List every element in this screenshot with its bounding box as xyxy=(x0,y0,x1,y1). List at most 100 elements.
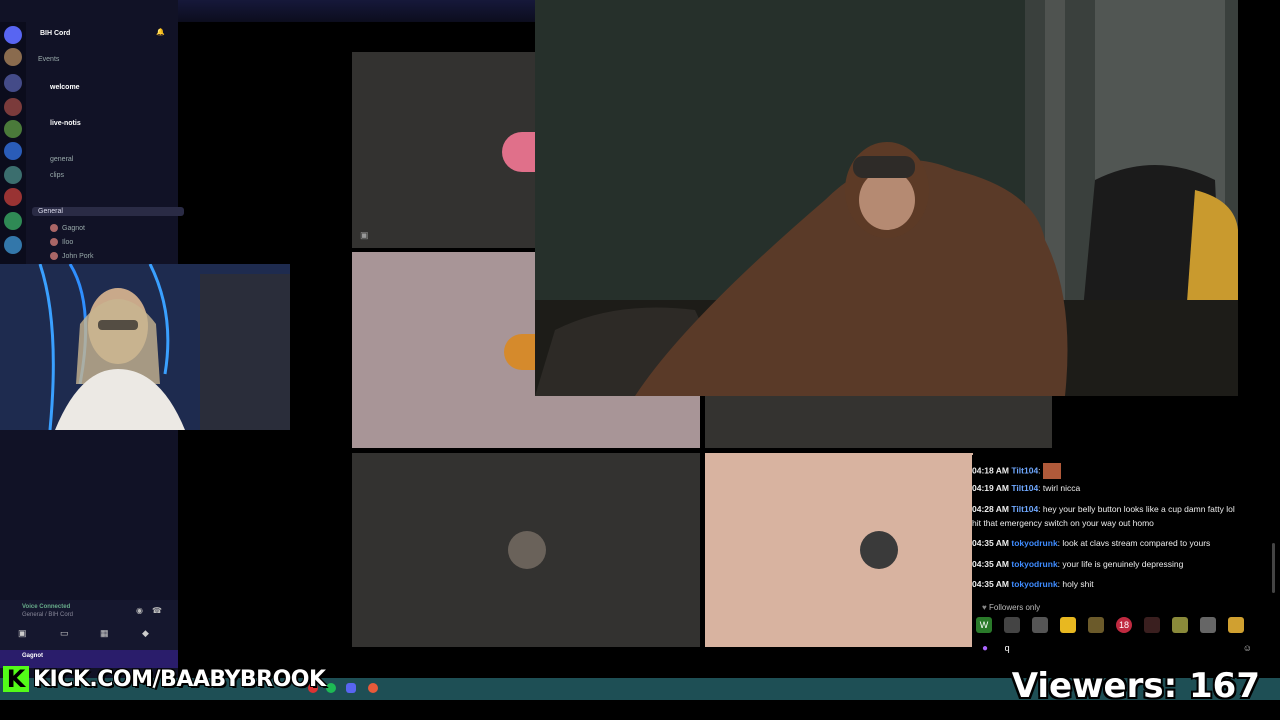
chat-username[interactable]: tokyodrunk xyxy=(1011,579,1057,589)
screen-share-icon[interactable]: ▭ xyxy=(60,628,69,639)
emoji-icon[interactable]: ☺ xyxy=(1243,643,1252,653)
viewer-count: Viewers: 167 xyxy=(1011,666,1260,706)
server-icon[interactable] xyxy=(4,48,22,66)
chat-message: 04:35 AM tokyodrunk: your life is genuin… xyxy=(972,559,1184,569)
voice-connection-panel: Voice Connected General / BIH Cord ◉ ☎ ▣… xyxy=(0,600,178,650)
avatar xyxy=(502,132,535,172)
chat-input[interactable]: ● q ☺ xyxy=(982,643,1252,659)
call-tile[interactable] xyxy=(705,453,973,647)
chat-message: 04:19 AM Tilt104: twirl nicca xyxy=(972,483,1081,493)
camera-icon[interactable]: ▣ xyxy=(18,628,27,639)
kick-url: KICK.COM/BAABYBROOK xyxy=(33,666,326,692)
server-icon[interactable] xyxy=(4,142,22,160)
heart-icon: ♥ xyxy=(982,603,987,612)
call-tile[interactable]: ▣ xyxy=(352,52,535,248)
user-name: Gagnot xyxy=(22,653,43,659)
chat-username[interactable]: tokyodrunk xyxy=(1011,559,1057,569)
kick-banner: K KICK.COM/BAABYBROOK xyxy=(3,664,326,694)
chat-text: hey your belly button looks like a cup d… xyxy=(1042,504,1235,514)
voice-user-name: Iloo xyxy=(62,238,74,246)
emote-icon[interactable] xyxy=(1060,617,1076,633)
avatar xyxy=(50,252,58,260)
chat-message: 04:28 AM Tilt104: hey your belly button … xyxy=(972,504,1235,514)
chat-scrollbar[interactable] xyxy=(1272,543,1275,593)
channel-list: BIH Cord 🔔 Events welcome live-notis gen… xyxy=(26,22,184,272)
webcam-image xyxy=(0,264,290,430)
camera-image xyxy=(535,0,1238,396)
server-icon[interactable] xyxy=(4,166,22,184)
emote-icon[interactable] xyxy=(1088,617,1104,633)
emote-icon[interactable] xyxy=(1200,617,1216,633)
channel-live-notis[interactable]: live-notis xyxy=(50,120,81,127)
chat-timestamp: 04:19 AM xyxy=(972,483,1010,493)
voice-user-name: Gagnot xyxy=(62,224,85,232)
kick-logo-icon: K xyxy=(3,665,29,693)
avatar xyxy=(860,531,898,569)
avatar xyxy=(504,334,535,370)
avatar xyxy=(50,224,58,232)
chat-message: 04:18 AM Tilt104: xyxy=(972,463,1061,479)
voice-user[interactable]: Iloo xyxy=(50,238,73,246)
followers-only-notice: ♥ Followers only xyxy=(982,603,1040,612)
server-icon[interactable] xyxy=(4,236,22,254)
voice-status: Voice Connected xyxy=(22,604,71,610)
mic-icon[interactable]: ● xyxy=(982,643,988,654)
chat-input-value: q xyxy=(1004,643,1010,653)
channel-clips[interactable]: clips xyxy=(50,172,64,179)
discord-icon[interactable] xyxy=(346,683,356,693)
chat-timestamp: 04:35 AM xyxy=(972,538,1010,548)
avatar xyxy=(50,238,58,246)
followers-only-label: Followers only xyxy=(988,603,1041,612)
chat-text: your life is genuinely depressing xyxy=(1062,559,1184,569)
avatar xyxy=(508,531,546,569)
call-tile[interactable] xyxy=(352,453,700,647)
chat-username[interactable]: tokyodrunk xyxy=(1011,538,1057,548)
main-camera-feed xyxy=(535,0,1238,396)
chat-timestamp: 04:35 AM xyxy=(972,579,1010,589)
voice-subtitle: General / BIH Cord xyxy=(22,612,74,618)
app-icon[interactable] xyxy=(368,683,378,693)
emote-icon[interactable]: 18 xyxy=(1116,617,1132,633)
server-icon[interactable] xyxy=(4,26,22,44)
server-icon[interactable] xyxy=(4,212,22,230)
streamer-webcam xyxy=(0,264,290,430)
chat-username[interactable]: Tilt104 xyxy=(1011,465,1038,475)
server-icon[interactable] xyxy=(4,98,22,116)
soundboard-icon[interactable]: ◆ xyxy=(142,628,149,639)
server-icon[interactable] xyxy=(4,120,22,138)
voice-user-name: John Pork xyxy=(62,252,94,260)
chat-username[interactable]: Tilt104 xyxy=(1011,483,1038,493)
channel-general[interactable]: general xyxy=(50,156,73,163)
bell-icon[interactable]: 🔔 xyxy=(156,28,165,36)
noise-icon[interactable]: ◉ xyxy=(136,606,143,615)
voice-user[interactable]: Gagnot xyxy=(50,224,85,232)
chat-text: look at clavs stream compared to yours xyxy=(1062,538,1211,548)
server-rail xyxy=(0,22,26,272)
channel-welcome[interactable]: welcome xyxy=(50,84,80,91)
chat-timestamp: 04:35 AM xyxy=(972,559,1010,569)
call-tile[interactable] xyxy=(705,396,1052,448)
server-icon[interactable] xyxy=(4,74,22,92)
activities-icon[interactable]: ▦ xyxy=(100,628,109,639)
voice-channel-general[interactable]: General xyxy=(32,207,184,216)
emote-icon[interactable] xyxy=(1228,617,1244,633)
emote-icon[interactable] xyxy=(1172,617,1188,633)
emote-bar: W 18 xyxy=(972,614,1276,636)
events-item[interactable]: Events xyxy=(38,56,59,63)
voice-user[interactable]: John Pork xyxy=(50,252,94,260)
disconnect-icon[interactable]: ☎ xyxy=(152,606,162,615)
chat-timestamp: 04:18 AM xyxy=(972,465,1010,476)
server-name[interactable]: BIH Cord xyxy=(40,30,70,37)
emote-icon[interactable] xyxy=(1032,617,1048,633)
emote-icon xyxy=(1042,463,1061,479)
chat-text: twirl nicca xyxy=(1042,483,1081,493)
emote-icon[interactable] xyxy=(1144,617,1160,633)
mic-icon: ▣ xyxy=(360,230,369,240)
chat-username[interactable]: Tilt104 xyxy=(1011,504,1038,514)
emote-icon[interactable] xyxy=(1004,617,1020,633)
emote-icon[interactable]: W xyxy=(976,617,992,633)
chat-message: 04:35 AM tokyodrunk: look at clavs strea… xyxy=(972,538,1211,548)
server-icon[interactable] xyxy=(4,188,22,206)
spotify-icon[interactable] xyxy=(326,683,336,693)
chat-message-continuation: hit that emergency switch on your way ou… xyxy=(972,518,1154,528)
